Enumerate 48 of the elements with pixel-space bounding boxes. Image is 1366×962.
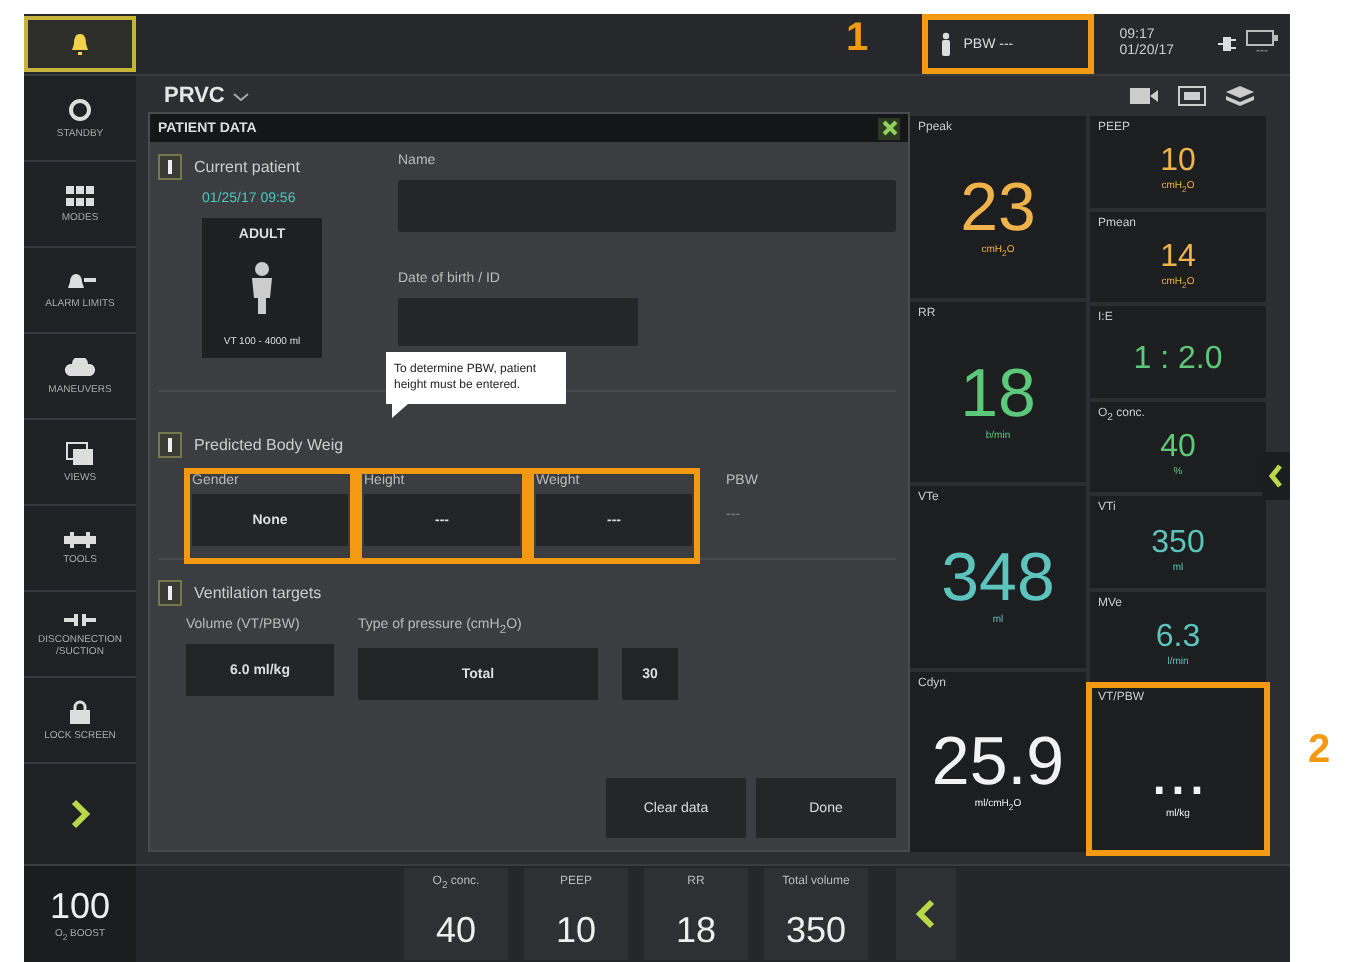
parameter-value: 10 bbox=[1160, 144, 1196, 181]
parameter-value: 18 bbox=[960, 357, 1036, 430]
back-button[interactable] bbox=[896, 868, 956, 960]
parameter-value: 1 : 2.0 bbox=[1133, 341, 1223, 378]
chevron-left-icon bbox=[916, 898, 936, 930]
bell-icon bbox=[68, 32, 92, 56]
cloud-icon bbox=[64, 357, 96, 377]
screen-icon bbox=[1178, 86, 1206, 106]
section-heading: Predicted Body Weig bbox=[194, 436, 344, 454]
caret-icon bbox=[232, 91, 251, 101]
name-field[interactable] bbox=[398, 180, 896, 232]
info-icon bbox=[158, 580, 182, 606]
lock-icon bbox=[70, 699, 90, 723]
annotation-number: 2 bbox=[1308, 728, 1331, 774]
parameter-value: ... bbox=[1149, 735, 1207, 807]
person-icon bbox=[939, 32, 952, 56]
section-heading: Ventilation targets bbox=[194, 584, 322, 602]
plug-icon bbox=[1218, 36, 1238, 52]
birth-id-field[interactable] bbox=[398, 298, 638, 346]
person-icon bbox=[248, 262, 276, 315]
info-icon bbox=[158, 154, 182, 180]
views-icon bbox=[66, 441, 94, 465]
grid-icon bbox=[66, 185, 94, 205]
tooltip-pointer bbox=[392, 404, 408, 418]
annotation-number: 1 bbox=[846, 16, 869, 62]
parameter-value: 23 bbox=[960, 171, 1036, 244]
parameter-value: 25.9 bbox=[931, 726, 1065, 799]
section-heading: Current patient bbox=[194, 158, 300, 176]
alarm-limits-icon bbox=[64, 271, 96, 291]
tube-icon bbox=[64, 611, 96, 627]
parameter-value: 348 bbox=[941, 542, 1055, 615]
battery-icon bbox=[1246, 30, 1278, 46]
circle-icon bbox=[68, 97, 92, 121]
camera-icon bbox=[1130, 86, 1158, 106]
collapse-button[interactable] bbox=[1262, 452, 1290, 500]
close-icon bbox=[881, 120, 897, 136]
parameter-value: 14 bbox=[1160, 239, 1196, 276]
layers-icon bbox=[1226, 86, 1254, 106]
parameter-value: 350 bbox=[1151, 525, 1205, 562]
info-icon bbox=[158, 432, 182, 458]
tools-icon bbox=[64, 531, 96, 547]
chevron-left-icon bbox=[1268, 462, 1284, 490]
close-button[interactable] bbox=[878, 117, 900, 139]
parameter-value: 40 bbox=[1160, 430, 1196, 467]
parameter-value: 6.3 bbox=[1155, 620, 1201, 656]
alarm-button[interactable] bbox=[24, 16, 136, 72]
mode-selector[interactable]: PRVC bbox=[164, 84, 251, 108]
chevron-right-icon bbox=[70, 798, 90, 830]
